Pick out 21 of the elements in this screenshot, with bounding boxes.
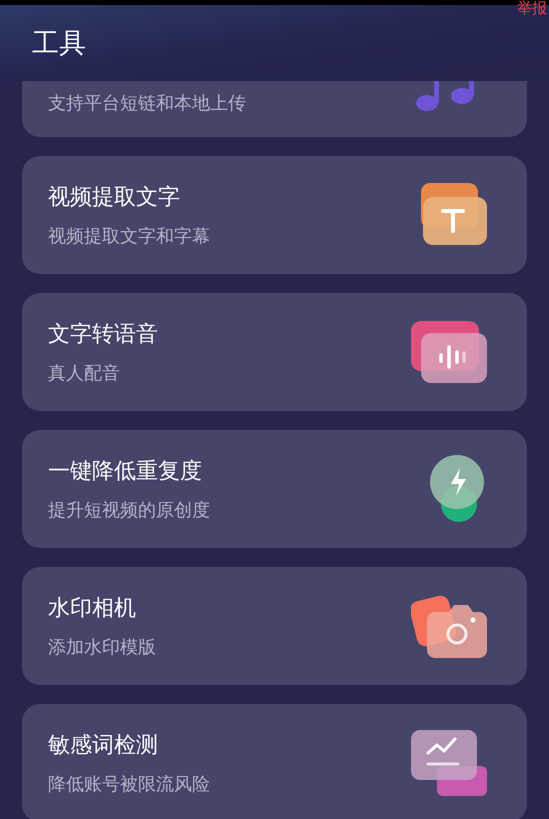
page-title: 工具 xyxy=(32,26,86,60)
tool-subtitle: 支持平台短链和本地上传 xyxy=(48,92,246,115)
tool-title: 一键降低重复度 xyxy=(48,457,203,485)
tool-card[interactable]: 水印相机 添加水印模版 xyxy=(22,567,527,685)
tool-subtitle: 提升短视频的原创度 xyxy=(48,499,210,522)
tool-card[interactable]: 敏感词检测 降低账号被限流风险 xyxy=(22,704,527,819)
sound-wave-card-icon xyxy=(411,319,489,385)
tool-subtitle: 真人配音 xyxy=(48,362,121,385)
tool-subtitle: 降低账号被限流风险 xyxy=(48,773,210,796)
tool-title: 水印相机 xyxy=(48,594,137,622)
tool-subtitle: 视频提取文字和字幕 xyxy=(48,225,210,248)
report-link[interactable]: 举报 xyxy=(517,0,547,17)
tool-card[interactable]: 视频提取文字 视频提取文字和字幕 xyxy=(22,156,527,274)
tool-card[interactable]: 文字转语音 真人配音 xyxy=(22,293,527,411)
tool-card[interactable]: 一键降低重复度 提升短视频的原创度 xyxy=(22,430,527,548)
tool-title: 视频提取文字 xyxy=(48,183,181,211)
tool-title: 敏感词检测 xyxy=(48,731,159,759)
tool-subtitle: 添加水印模版 xyxy=(48,636,156,659)
tool-title: 文字转语音 xyxy=(48,320,158,348)
chart-card-icon xyxy=(409,728,489,798)
tool-card[interactable]: 支持平台短链和本地上传 xyxy=(22,81,527,137)
